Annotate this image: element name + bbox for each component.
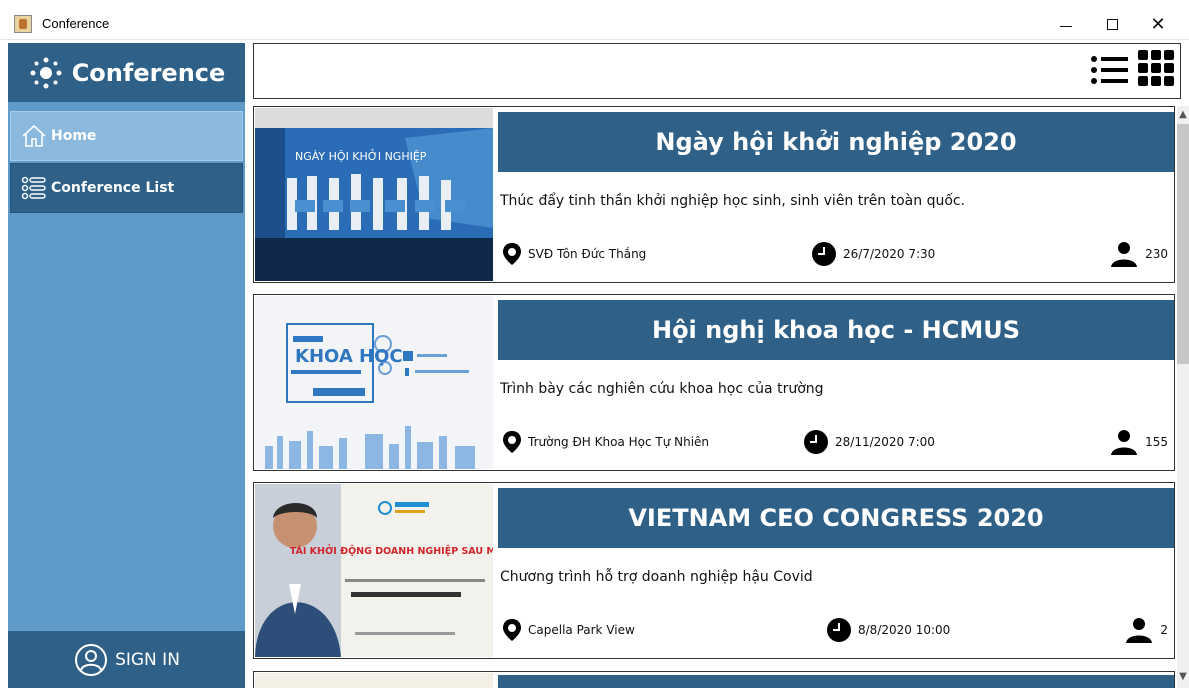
conference-card[interactable] (253, 671, 1175, 688)
conference-attendees: 230 (1098, 240, 1168, 268)
location-text: SVĐ Tôn Đức Thắng (528, 247, 647, 261)
list-view-icon[interactable] (1090, 53, 1130, 91)
list-icon (21, 176, 46, 200)
sidebar-header: Conference (8, 43, 245, 102)
image-caption: KHOA HỌC (295, 346, 403, 367)
conference-description: Thúc đẩy tinh thần khởi nghiệp học sinh,… (500, 193, 966, 209)
conference-title: VIETNAM CEO CONGRESS 2020 (498, 488, 1174, 548)
conference-title: Ngày hội khởi nghiệp 2020 (498, 112, 1174, 172)
datetime-text: 26/7/2020 7:30 (843, 247, 936, 261)
location-pin-icon (503, 619, 521, 641)
datetime-text: 8/8/2020 10:00 (858, 623, 951, 637)
minimize-button[interactable] (1043, 8, 1089, 40)
datetime-text: 28/11/2020 7:00 (835, 435, 935, 449)
conference-datetime: 26/7/2020 7:30 (811, 240, 935, 268)
conference-image (255, 673, 493, 688)
scroll-up-arrow-icon[interactable]: ▲ (1177, 106, 1189, 124)
sidebar: Conference Home Conference List SIGN IN (8, 43, 245, 688)
conference-datetime: 28/11/2020 7:00 (803, 428, 935, 456)
conference-datetime: 8/8/2020 10:00 (826, 616, 950, 644)
conference-description: Trình bày các nghiên cứu khoa học của tr… (500, 381, 824, 397)
conference-description: Chương trình hỗ trợ doanh nghiệp hậu Cov… (500, 569, 813, 585)
grid-view-icon[interactable] (1137, 49, 1175, 91)
user-circle-icon (75, 643, 108, 676)
conference-card[interactable]: NGÀY HỘI KHỞI NGHIỆP Ngày hội khởi nghiệ… (253, 106, 1175, 283)
conference-location: Capella Park View (502, 616, 635, 644)
clock-icon (827, 618, 851, 642)
person-icon (1111, 242, 1138, 267)
close-button[interactable]: ✕ (1135, 8, 1181, 40)
conference-attendees: 2 (1098, 616, 1168, 644)
clock-icon (812, 242, 836, 266)
maximize-button[interactable] (1089, 8, 1135, 40)
conference-location: Trường ĐH Khoa Học Tự Nhiên (502, 428, 709, 456)
conference-card[interactable]: TÁI KHỞI ĐỘNG DOANH NGHIỆP SAU MÙA DỊCH … (253, 482, 1175, 659)
location-pin-icon (503, 431, 521, 453)
image-caption: TÁI KHỞI ĐỘNG DOANH NGHIỆP SAU MÙA DỊCH (290, 544, 493, 557)
sidebar-item-label: Home (51, 128, 97, 144)
close-icon: ✕ (1150, 13, 1166, 34)
conference-card[interactable]: KHOA HỌC Hội nghị khoa học - HCMUS Trình… (253, 294, 1175, 471)
scroll-down-arrow-icon[interactable]: ▼ (1177, 668, 1189, 686)
conference-image: KHOA HỌC (255, 296, 493, 469)
sidebar-item-home[interactable]: Home (10, 111, 243, 161)
location-text: Capella Park View (528, 623, 635, 637)
sign-in-button[interactable]: SIGN IN (8, 631, 245, 688)
attendees-count: 230 (1145, 247, 1168, 261)
sign-in-label: SIGN IN (115, 649, 180, 670)
person-icon (1111, 430, 1138, 455)
location-text: Trường ĐH Khoa Học Tự Nhiên (528, 435, 710, 449)
java-app-icon (14, 15, 32, 33)
conference-logo-icon (30, 57, 62, 88)
maximize-icon (1106, 18, 1118, 30)
home-icon (22, 124, 46, 147)
attendees-count: 2 (1160, 623, 1168, 637)
attendees-count: 155 (1145, 435, 1168, 449)
location-pin-icon (503, 243, 521, 265)
sidebar-title: Conference (71, 58, 226, 87)
view-toolbar (253, 43, 1181, 99)
image-caption: NGÀY HỘI KHỞI NGHIỆP (295, 149, 427, 163)
clock-icon (804, 430, 828, 454)
sidebar-item-conference-list[interactable]: Conference List (10, 163, 243, 213)
person-icon (1126, 618, 1153, 643)
minimize-icon (1060, 25, 1072, 27)
conference-title: Hội nghị khoa học - HCMUS (498, 300, 1174, 360)
window-titlebar: Conference ✕ (0, 0, 1189, 40)
conference-location: SVĐ Tôn Đức Thắng (502, 240, 646, 268)
window-title: Conference (42, 16, 110, 31)
scrollbar-thumb[interactable] (1177, 124, 1189, 364)
sidebar-item-label: Conference List (51, 180, 175, 196)
conference-title (498, 675, 1174, 688)
conference-image: TÁI KHỞI ĐỘNG DOANH NGHIỆP SAU MÙA DỊCH (255, 484, 493, 657)
conference-image: NGÀY HỘI KHỞI NGHIỆP (255, 108, 493, 281)
conference-attendees: 155 (1098, 428, 1168, 456)
